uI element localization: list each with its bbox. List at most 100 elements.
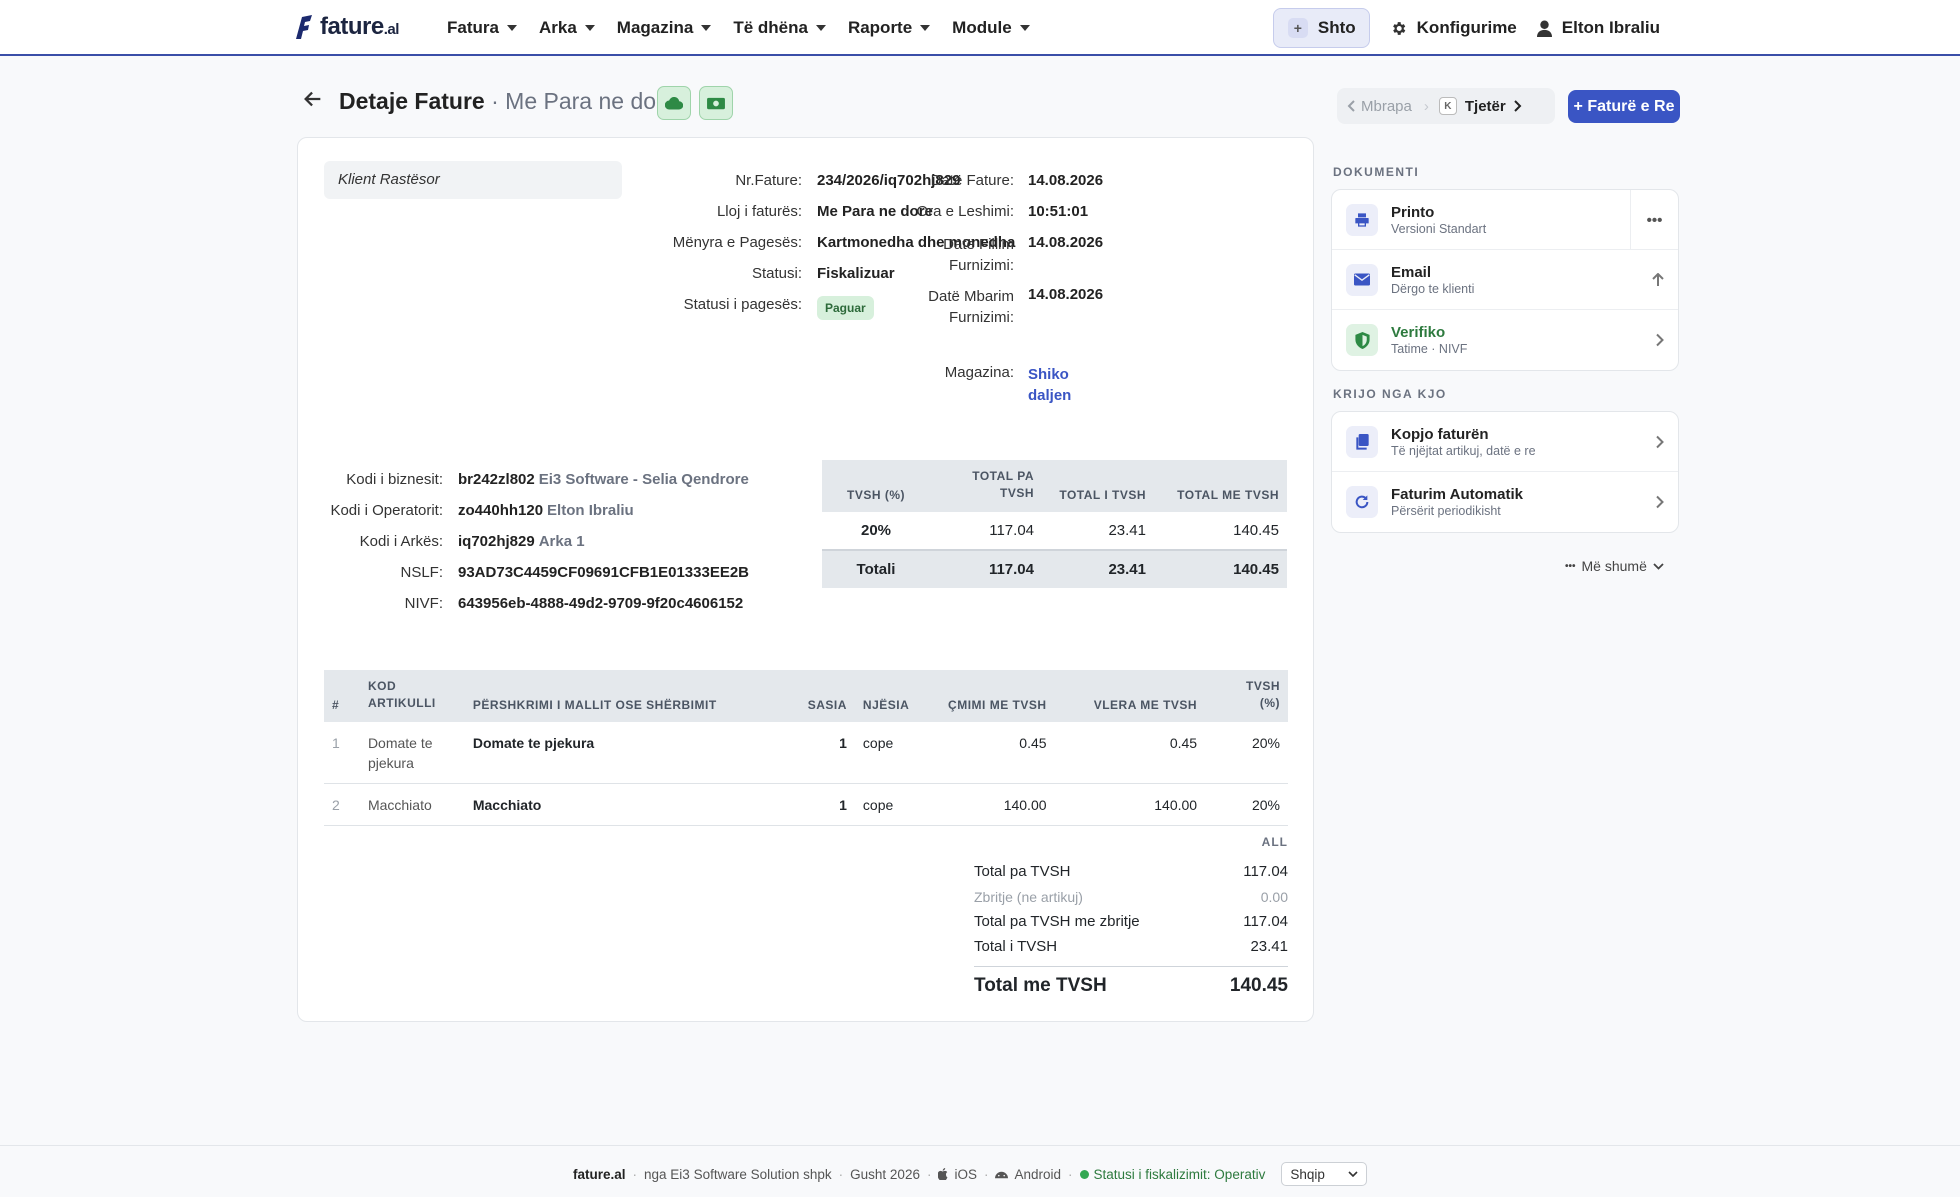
user-icon xyxy=(1536,20,1552,37)
footer-brand[interactable]: fature.al xyxy=(573,1167,626,1182)
vat-total-incl: 140.45 xyxy=(1154,549,1287,588)
auto-billing-title: Faturim Automatik xyxy=(1391,486,1523,503)
user-menu[interactable]: Elton Ibraliu xyxy=(1536,18,1660,38)
col-quantity: SASIA xyxy=(799,670,855,722)
chevron-down-icon xyxy=(1348,1171,1358,1177)
previous-label: Mbrapa xyxy=(1361,97,1412,115)
field-warehouse: Magazina: Shiko daljen xyxy=(898,364,1072,406)
gear-icon xyxy=(1392,21,1405,35)
chevron-right-icon xyxy=(1514,100,1522,112)
auto-billing-subtitle: Përsërit periodikisht xyxy=(1391,504,1501,518)
field-label: Mënyra e Pagesës: xyxy=(672,234,802,251)
code-value: 643956eb-4888-49d2-9709-9f20c4606152 xyxy=(458,595,744,612)
email-title: Email xyxy=(1391,263,1432,281)
row-unit: cope xyxy=(854,783,935,826)
vat-col-total-excl: TOTAL PA TVSH xyxy=(930,460,1042,512)
footer-company: nga Ei3 Software Solution shpk xyxy=(644,1166,832,1182)
print-action[interactable]: Printo Versioni Standart ••• xyxy=(1332,190,1678,250)
print-title: Printo xyxy=(1391,203,1435,221)
new-invoice-button[interactable]: + Faturë e Re xyxy=(1568,90,1680,123)
row-number: 1 xyxy=(324,722,360,784)
row-price: 0.45 xyxy=(934,722,1055,784)
field-value: 14.08.2026 xyxy=(1028,286,1104,303)
vat-rate: 20% xyxy=(860,522,892,539)
discount-row: Zbritje (ne artikuj) 0.00 xyxy=(974,888,1288,905)
app-logo[interactable]: fature.al xyxy=(296,13,399,41)
menu-magazina[interactable]: Magazina xyxy=(617,18,712,38)
footer-date: Gusht 2026 xyxy=(850,1166,920,1182)
col-price: ÇMIMI ME TVSH xyxy=(934,670,1055,722)
cash-status-chip[interactable] xyxy=(699,86,733,120)
menu-te-dhena[interactable]: Të dhëna xyxy=(733,18,826,38)
row-unit: cope xyxy=(854,722,935,784)
page-subtitle: · Me Para ne dore xyxy=(491,88,677,114)
nav-right: + Shto Konfigurime Elton Ibraliu xyxy=(1272,8,1660,48)
code-label: Kodi i Operatorit: xyxy=(330,502,443,519)
table-row[interactable]: 2 Macchiato Macchiato 1 cope 140.00 140.… xyxy=(324,783,1288,826)
vat-row: 20% 117.04 23.41 140.45 xyxy=(822,512,1287,550)
field-status: Statusi: Fiskalizuar xyxy=(558,265,895,282)
chevron-down-icon xyxy=(701,25,712,31)
vat-col-vat: TOTAL I TVSH xyxy=(1042,460,1154,512)
email-action[interactable]: Email Dërgo te klienti xyxy=(1332,250,1678,310)
col-unit: NJËSIA xyxy=(854,670,935,722)
fiscal-status: Statusi i fiskalizimit: Operativ xyxy=(1079,1167,1265,1182)
more-options-button[interactable]: ••• Më shumë xyxy=(1565,558,1664,574)
total-vat: Total i TVSH 23.41 xyxy=(974,938,1288,955)
chevron-down-icon xyxy=(815,25,826,31)
code-value: iq702hj829 xyxy=(458,533,535,550)
vat-col-total-incl: TOTAL ME TVSH xyxy=(1154,460,1287,512)
field-invoice-date: Datë Fature: 14.08.2026 xyxy=(898,172,1103,189)
currency-label: ALL xyxy=(1261,835,1288,849)
verify-action[interactable]: Verifiko Tatime · NIVF xyxy=(1332,310,1678,370)
total-excl-vat: Total pa TVSH 117.04 xyxy=(974,863,1288,880)
chevron-left-icon xyxy=(1347,100,1355,112)
table-row[interactable]: 1 Domate te pjekura Domate te pjekura 1 c… xyxy=(324,722,1288,784)
field-supply-end: Datë Mbarim Furnizimi: 14.08.2026 xyxy=(898,286,1103,328)
next-button[interactable]: K Tjetër xyxy=(1438,97,1522,115)
vat-total-amount: 23.41 xyxy=(1042,549,1154,588)
apple-icon xyxy=(938,1168,948,1180)
separator: · xyxy=(838,1166,844,1182)
auto-billing-action[interactable]: Faturim Automatik Përsërit periodikisht xyxy=(1332,472,1678,532)
grand-total: Total me TVSH 140.45 xyxy=(974,966,1288,997)
back-arrow-icon[interactable] xyxy=(302,88,324,110)
menu-module[interactable]: Module xyxy=(952,18,1030,38)
print-options-button[interactable]: ••• xyxy=(1630,190,1678,250)
top-navbar: fature.al Fatura Arka Magazina Të dhëna … xyxy=(0,0,1960,56)
print-subtitle: Versioni Standart xyxy=(1391,221,1487,236)
code-label: NSLF: xyxy=(400,564,443,581)
cloud-icon xyxy=(665,96,683,110)
page-footer: fature.al · nga Ei3 Software Solution sh… xyxy=(0,1145,1960,1197)
add-button[interactable]: + Shto xyxy=(1272,8,1370,48)
ios-link[interactable]: iOS xyxy=(938,1167,977,1182)
field-value: 14.08.2026 xyxy=(1028,172,1104,189)
android-link[interactable]: Android xyxy=(995,1167,1061,1182)
field-label: Magazina: xyxy=(944,364,1014,381)
copy-invoice-subtitle: Të njëjtat artikuj, datë e re xyxy=(1391,443,1536,458)
document-section-title: DOKUMENTI xyxy=(1333,165,1420,179)
code-operator: Kodi i Operatorit: zo440hh120 Elton Ibra… xyxy=(298,502,633,519)
code-nslf: NSLF: 93AD73C4459CF09691CFB1E01333EE2B xyxy=(298,564,749,581)
field-issue-time: Ora e Leshimi: 10:51:01 xyxy=(898,203,1088,220)
menu-raporte[interactable]: Raporte xyxy=(848,18,931,38)
cloud-status-chip[interactable] xyxy=(657,86,691,120)
view-dispatch-link[interactable]: Shiko daljen xyxy=(1028,364,1071,406)
code-label: NIVF: xyxy=(404,595,443,612)
previous-button[interactable]: Mbrapa xyxy=(1347,98,1412,115)
field-invoice-type: Lloj i faturës: Me Para ne dore xyxy=(558,203,933,220)
chevron-down-icon xyxy=(1653,562,1664,570)
settings-link[interactable]: Konfigurime xyxy=(1390,18,1517,38)
copy-invoice-action[interactable]: Kopjo faturën Të njëjtat artikuj, datë e … xyxy=(1332,412,1678,472)
chevron-down-icon xyxy=(506,25,517,31)
logo-text: fature.al xyxy=(320,13,399,40)
separator: · xyxy=(983,1166,989,1182)
chevron-down-icon xyxy=(920,25,931,31)
row-value: 0.45 xyxy=(1054,722,1206,784)
menu-arka[interactable]: Arka xyxy=(539,18,595,38)
row-value: 140.00 xyxy=(1054,783,1206,826)
arrow-up-icon xyxy=(1652,272,1664,286)
language-select[interactable]: Shqip xyxy=(1281,1162,1368,1186)
menu-fatura[interactable]: Fatura xyxy=(447,18,517,38)
field-value: Fiskalizuar xyxy=(817,265,895,282)
